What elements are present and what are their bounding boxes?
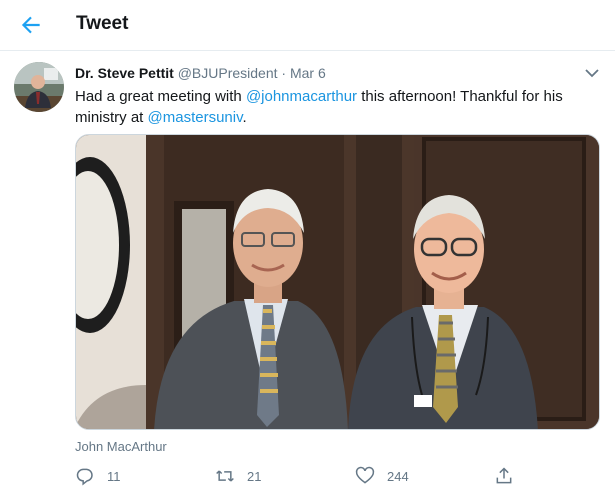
tweet-meta: Dr. Steve Pettit @BJUPresident · Mar 6 [75,65,326,81]
reply-button[interactable]: 11 [75,462,121,490]
tweet-text-part: . [242,109,247,126]
tagged-person[interactable]: John MacArthur [75,439,167,454]
retweet-count: 21 [247,468,262,484]
mention-link[interactable]: @mastersuniv [148,109,243,126]
tweet-actions: 11 21 244 [75,462,525,490]
tweet-text-part: Had a great meeting with [75,88,246,105]
share-button[interactable] [494,462,514,490]
like-count: 244 [387,468,409,484]
tweet-photo[interactable] [75,134,600,430]
author-handle[interactable]: @BJUPresident [178,65,278,81]
mention-link[interactable]: @johnmacarthur [246,88,357,105]
tweet-text: Had a great meeting with @johnmacarthur … [75,86,605,128]
share-icon [496,467,512,484]
retweet-button[interactable]: 21 [215,462,261,490]
retweet-icon [216,470,234,482]
reply-icon [76,468,93,486]
reply-count: 11 [107,468,121,484]
author-name[interactable]: Dr. Steve Pettit [75,65,174,81]
page-title: Tweet [76,13,129,34]
avatar[interactable] [14,62,64,112]
heart-icon [355,466,375,484]
meta-separator: · [281,65,287,81]
like-button[interactable]: 244 [355,462,409,490]
back-arrow-icon[interactable] [18,12,44,38]
chevron-down-icon[interactable] [582,64,602,82]
tweet-date[interactable]: Mar 6 [290,65,326,81]
page-header: Tweet [0,0,615,51]
